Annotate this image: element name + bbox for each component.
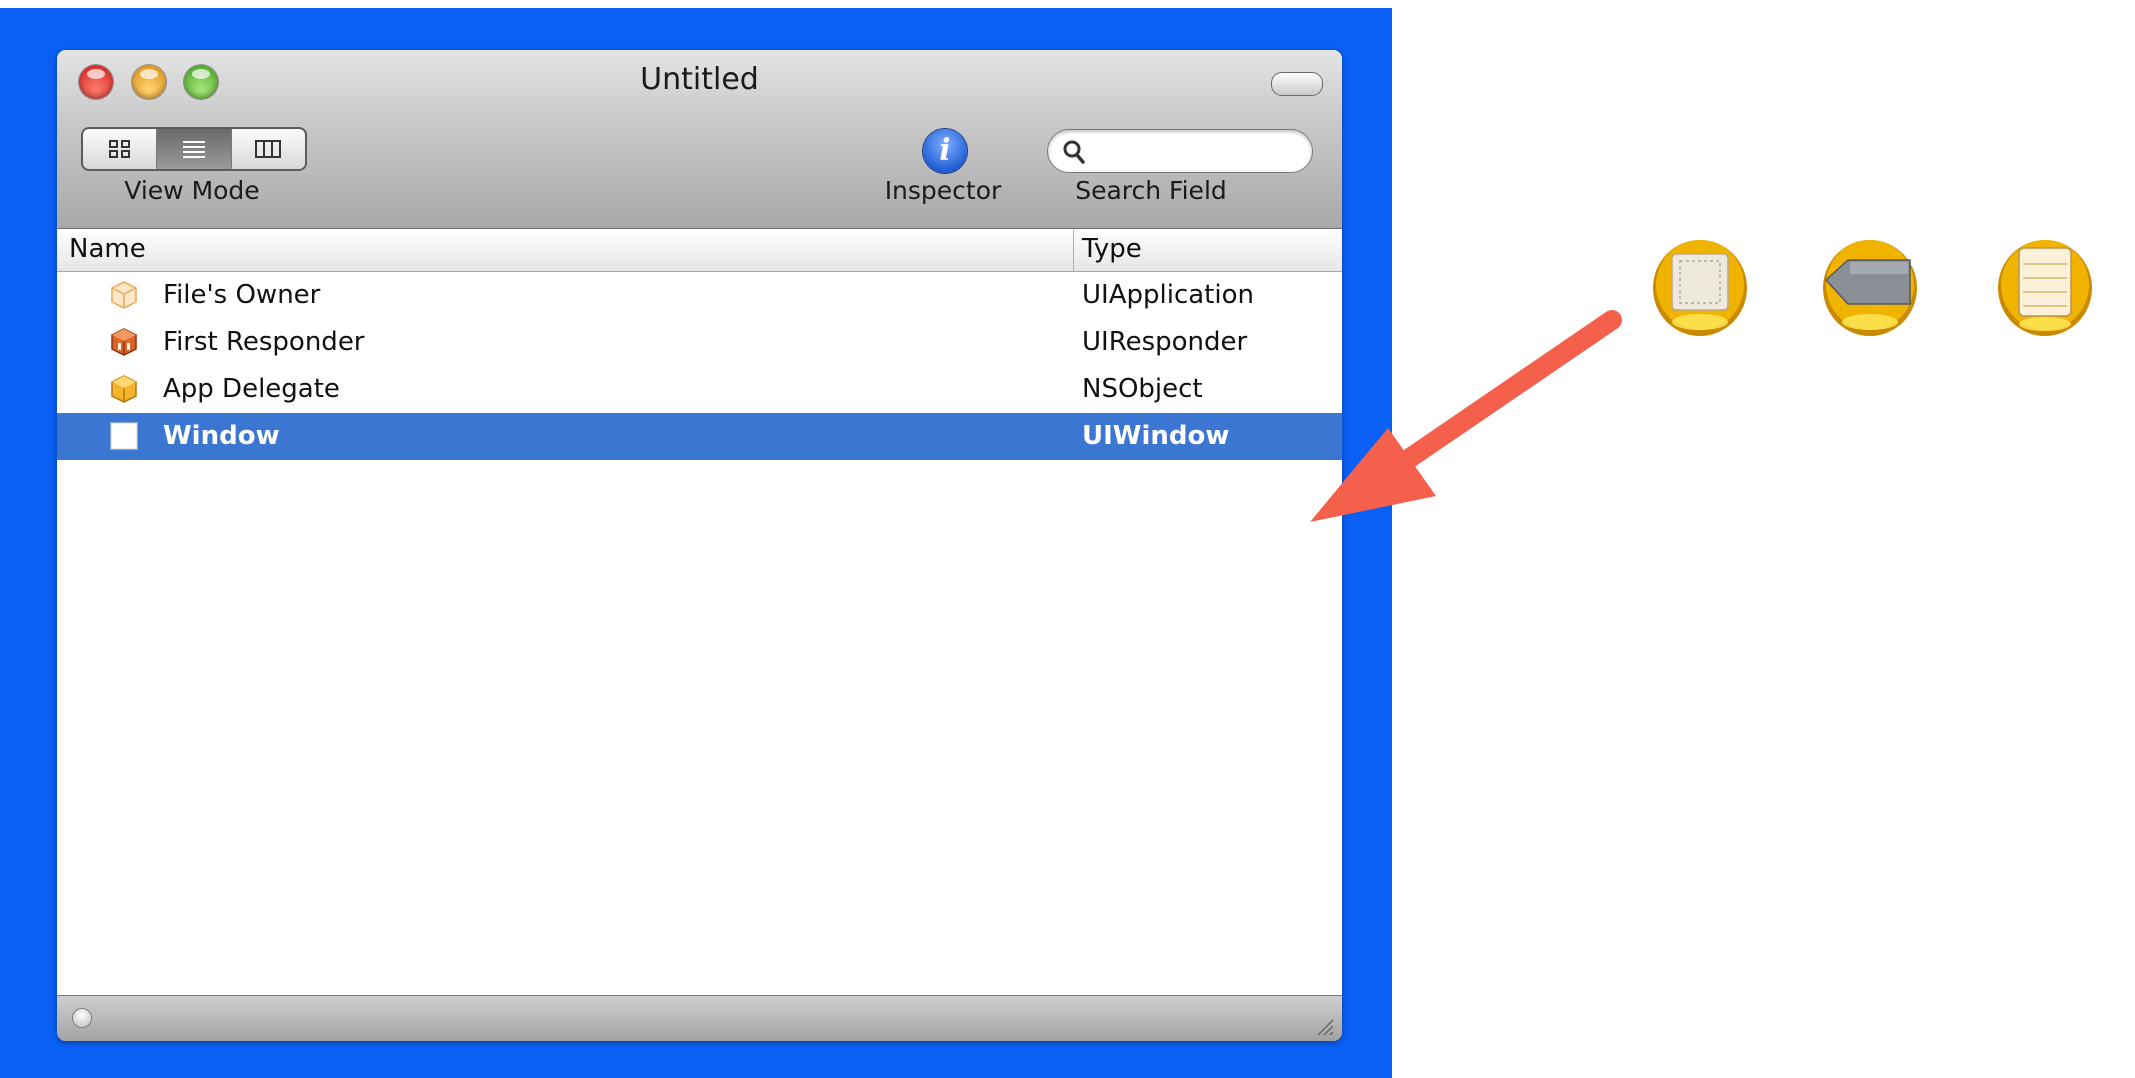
object-view-icon <box>1653 240 1747 336</box>
window-icon <box>110 422 138 450</box>
bottom-bar <box>57 995 1342 1041</box>
red-cube-icon <box>111 328 137 356</box>
column-divider[interactable] <box>1073 229 1074 271</box>
row-type: UIResponder <box>1082 327 1248 357</box>
search-input[interactable] <box>1094 136 1298 168</box>
table-header: Name Type <box>57 229 1342 272</box>
search-field[interactable] <box>1047 129 1313 173</box>
view-mode-icon-button[interactable] <box>83 129 158 169</box>
row-type: UIWindow <box>1082 421 1230 451</box>
resize-grip-icon[interactable] <box>1312 1014 1334 1036</box>
columns-icon <box>255 140 282 158</box>
status-indicator <box>73 1009 91 1027</box>
table-row[interactable]: App Delegate NSObject <box>57 366 1342 413</box>
row-name: First Responder <box>163 327 365 357</box>
pointer-arrow <box>1310 310 1622 522</box>
row-name: App Delegate <box>163 374 340 404</box>
toolbar-toggle-button[interactable] <box>1271 72 1323 96</box>
inspector-label: Inspector <box>884 176 1002 205</box>
object-tag-icon <box>1823 240 1917 336</box>
title-toolbar: Untitled View Mode i Inspector Search Fi… <box>57 50 1342 229</box>
row-name: Window <box>163 421 280 451</box>
view-mode-columns-button[interactable] <box>232 129 305 169</box>
row-type: NSObject <box>1082 374 1203 404</box>
transparent-cube-icon <box>111 281 137 309</box>
table-row[interactable]: First Responder UIResponder <box>57 319 1342 366</box>
window-title: Untitled <box>640 62 759 97</box>
table-row-selected[interactable]: Window UIWindow <box>57 413 1342 460</box>
info-icon[interactable]: i <box>923 129 967 173</box>
view-mode-list-button[interactable] <box>157 129 232 169</box>
row-name: File's Owner <box>163 280 321 310</box>
object-list-icon <box>1998 240 2092 336</box>
table-row[interactable]: File's Owner UIApplication <box>57 272 1342 319</box>
view-mode-control[interactable] <box>81 127 307 171</box>
list-icon <box>182 141 205 158</box>
row-type: UIApplication <box>1082 280 1254 310</box>
document-window: Untitled View Mode i Inspector Search Fi… <box>57 50 1342 1041</box>
object-list: File's Owner UIApplication First Respond… <box>57 272 1342 460</box>
column-header-type[interactable]: Type <box>1082 234 1142 264</box>
yellow-cube-icon <box>111 375 137 403</box>
column-header-name[interactable]: Name <box>69 234 146 264</box>
search-icon <box>1063 140 1085 164</box>
view-mode-label: View Mode <box>124 176 260 205</box>
icon-grid-icon <box>108 140 130 158</box>
search-field-label: Search Field <box>1075 176 1227 205</box>
